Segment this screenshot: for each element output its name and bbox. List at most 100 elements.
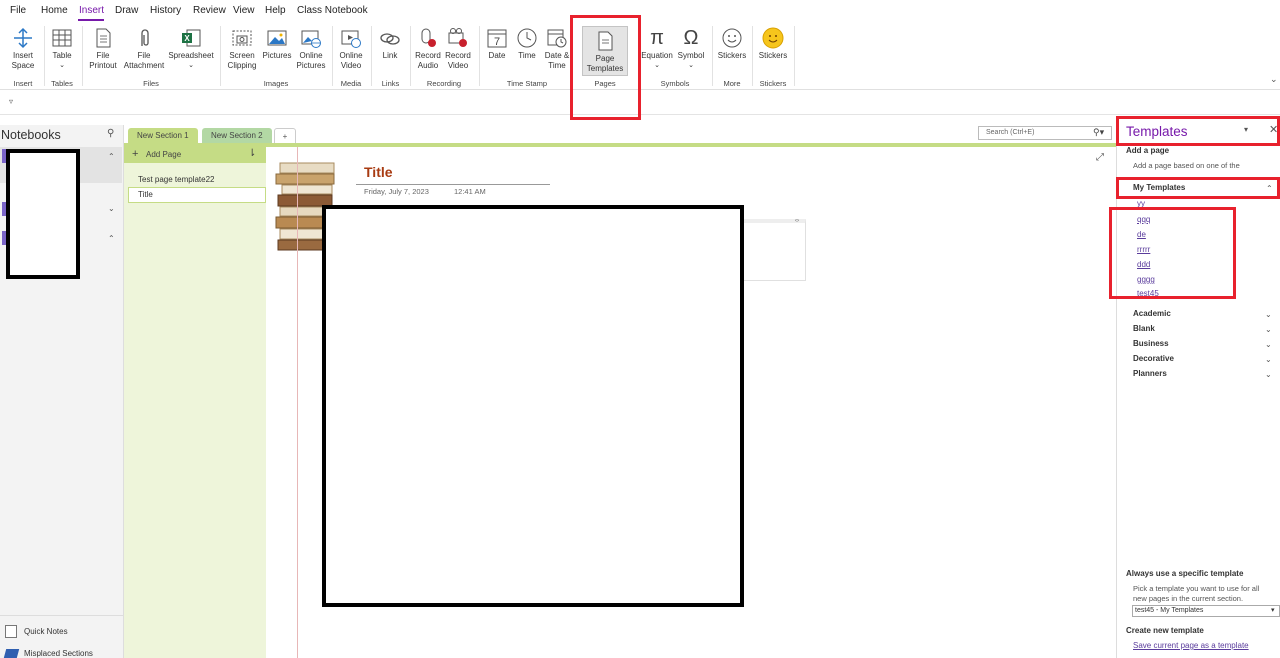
group-recording-label: Recording xyxy=(426,79,462,88)
notebooks-title: Notebooks xyxy=(1,128,61,142)
spreadsheet-label: Spreadsheet xyxy=(168,51,214,60)
customize-qat-icon[interactable]: ▿ xyxy=(9,97,13,106)
page-templates-icon xyxy=(594,30,616,52)
pictures-button[interactable]: Pictures xyxy=(260,24,294,76)
container-handle-icon[interactable]: ‹› xyxy=(795,218,799,224)
stickers-label: Stickers xyxy=(758,51,788,60)
section-tab-2[interactable]: New Section 2 xyxy=(202,128,272,144)
record-video-button[interactable]: Record Video xyxy=(443,24,473,76)
menu-class-notebook[interactable]: Class Notebook xyxy=(297,5,368,16)
template-link-rrrrr[interactable]: rrrrr xyxy=(1137,245,1150,254)
group-pages-label: Pages xyxy=(594,79,616,88)
decorative-chevron-icon[interactable]: ⌄ xyxy=(1265,355,1272,364)
file-attachment-button[interactable]: File Attachment xyxy=(122,24,166,76)
misplaced-sections-link[interactable]: Misplaced Sections xyxy=(24,649,93,658)
collapse-chevron-icon-2[interactable]: ⌃ xyxy=(108,234,115,243)
select-dropdown-icon[interactable]: ▾ xyxy=(1271,606,1275,614)
equation-button[interactable]: π Equation ⌄ xyxy=(640,24,674,76)
menu-draw[interactable]: Draw xyxy=(115,5,138,16)
template-link-de[interactable]: de xyxy=(1137,230,1146,239)
time-button[interactable]: Time xyxy=(512,24,542,76)
category-business[interactable]: Business xyxy=(1133,339,1169,348)
redacted-notebook-names xyxy=(6,149,80,279)
online-video-button[interactable]: Online Video xyxy=(334,24,368,76)
page-templates-button[interactable]: Page Templates xyxy=(582,26,628,76)
save-as-template-link[interactable]: Save current page as a template xyxy=(1133,641,1249,650)
page-item-test-template[interactable]: Test page template22 xyxy=(138,175,215,184)
expand-chevron-icon[interactable]: ⌄ xyxy=(108,204,115,213)
collapse-chevron-icon[interactable]: ⌃ xyxy=(108,152,115,161)
screen-clipping-label: Screen Clipping xyxy=(227,51,257,70)
add-section-button[interactable]: + xyxy=(274,128,296,144)
add-page-heading: Add a page xyxy=(1126,146,1170,155)
spreadsheet-button[interactable]: X Spreadsheet ⌄ xyxy=(168,24,214,76)
search-icon[interactable]: ⚲▾ xyxy=(1093,127,1104,138)
note-container[interactable]: ‹› xyxy=(736,218,806,281)
online-pictures-button[interactable]: Online Pictures xyxy=(294,24,328,76)
insert-space-button[interactable]: Insert Space xyxy=(6,24,40,76)
menu-help[interactable]: Help xyxy=(265,5,286,16)
add-page-button[interactable]: Add Page xyxy=(146,150,181,159)
date-time-button[interactable]: Date & Time xyxy=(542,24,572,76)
menu-insert[interactable]: Insert xyxy=(79,5,104,16)
insert-space-label: Insert Space xyxy=(11,51,35,70)
pane-options-icon[interactable]: ▾ xyxy=(1244,125,1248,134)
svg-text:X: X xyxy=(184,34,190,43)
page-time: 12:41 AM xyxy=(454,187,486,196)
pin-icon[interactable]: ⚲ xyxy=(107,128,114,139)
pictures-icon xyxy=(266,27,288,49)
pi-icon: π xyxy=(650,27,664,49)
template-link-qqq[interactable]: qqq xyxy=(1137,215,1150,224)
date-button[interactable]: 7 Date xyxy=(482,24,512,76)
menu-file[interactable]: File xyxy=(10,5,26,16)
template-link-yy[interactable]: yy xyxy=(1137,199,1145,208)
planners-chevron-icon[interactable]: ⌄ xyxy=(1265,370,1272,379)
ribbon-collapse-chevron-icon[interactable]: ⌄ xyxy=(1270,74,1278,85)
template-link-ddd[interactable]: ddd xyxy=(1137,260,1150,269)
my-templates-heading[interactable]: My Templates xyxy=(1133,183,1185,192)
menu-home[interactable]: Home xyxy=(41,5,68,16)
link-button[interactable]: Link xyxy=(374,24,406,76)
time-label: Time xyxy=(518,51,536,60)
calendar-icon: 7 xyxy=(486,27,508,49)
group-insert-label: Insert xyxy=(13,79,33,88)
blank-chevron-icon[interactable]: ⌄ xyxy=(1265,325,1272,334)
menu-view[interactable]: View xyxy=(233,5,255,16)
insert-space-icon xyxy=(12,27,34,49)
quick-notes-link[interactable]: Quick Notes xyxy=(24,627,68,636)
file-printout-label: File Printout xyxy=(89,51,117,70)
expand-page-icon[interactable]: ⤢ xyxy=(1096,152,1104,163)
template-select[interactable]: test45 - My Templates ▾ xyxy=(1132,605,1280,617)
academic-chevron-icon[interactable]: ⌄ xyxy=(1265,310,1272,319)
online-video-icon xyxy=(340,27,362,49)
menu-history[interactable]: History xyxy=(150,5,181,16)
category-decorative[interactable]: Decorative xyxy=(1133,354,1174,363)
page-date: Friday, July 7, 2023 xyxy=(364,187,429,196)
plus-icon[interactable]: + xyxy=(132,148,138,160)
search-box[interactable]: Search (Ctrl+E) ⚲▾ xyxy=(978,126,1112,140)
file-attachment-label: File Attachment xyxy=(123,51,165,70)
symbol-label: Symbol xyxy=(677,51,705,60)
sort-icon[interactable]: ⇂ xyxy=(248,148,256,159)
stickers-more-button[interactable]: Stickers xyxy=(715,24,749,76)
template-link-gggg[interactable]: gggg xyxy=(1137,275,1155,284)
file-printout-button[interactable]: File Printout xyxy=(86,24,120,76)
stickers-button[interactable]: Stickers xyxy=(755,24,791,76)
quick-access-bar: ▿ xyxy=(0,91,1280,115)
menu-review[interactable]: Review xyxy=(193,5,226,16)
screen-clipping-button[interactable]: Screen Clipping xyxy=(224,24,260,76)
table-button[interactable]: Table ⌄ xyxy=(46,24,78,76)
category-academic[interactable]: Academic xyxy=(1133,309,1171,318)
close-icon[interactable]: ✕ xyxy=(1269,123,1278,136)
misplaced-sections-icon xyxy=(3,649,20,658)
record-audio-button[interactable]: Record Audio xyxy=(413,24,443,76)
template-link-test45[interactable]: test45 xyxy=(1137,289,1159,298)
always-use-heading: Always use a specific template xyxy=(1126,569,1244,578)
page-title[interactable]: Title xyxy=(364,164,393,180)
category-planners[interactable]: Planners xyxy=(1133,369,1167,378)
business-chevron-icon[interactable]: ⌄ xyxy=(1265,340,1272,349)
symbol-button[interactable]: Ω Symbol ⌄ xyxy=(675,24,707,76)
section-tab-1[interactable]: New Section 1 xyxy=(128,128,198,144)
my-templates-chevron-icon[interactable]: ⌃ xyxy=(1266,184,1273,193)
category-blank[interactable]: Blank xyxy=(1133,324,1155,333)
